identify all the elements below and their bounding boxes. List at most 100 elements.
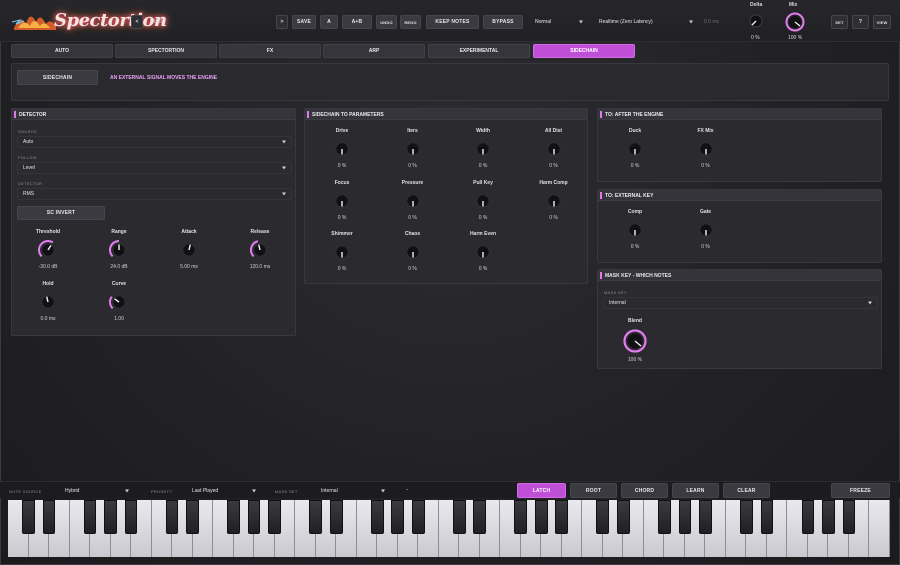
pressure-knob-group: Pressure 0 % (390, 180, 436, 221)
black-key[interactable] (452, 500, 466, 534)
black-key[interactable] (268, 500, 281, 534)
bypass-button[interactable]: BYPASS (483, 15, 523, 29)
black-key[interactable] (514, 500, 528, 534)
follow-select[interactable]: Level (17, 162, 292, 174)
black-key[interactable] (391, 500, 405, 534)
black-key[interactable] (370, 500, 384, 534)
attack-knob[interactable] (178, 239, 200, 261)
pull-key-knob[interactable] (472, 190, 494, 212)
logo-text: Spectortion (54, 10, 167, 31)
black-key[interactable] (842, 500, 856, 534)
shimmer-knob[interactable] (331, 241, 353, 263)
mode-select[interactable]: Normal (530, 15, 588, 29)
latency-select[interactable]: Realtime (Zero Latency) (594, 15, 698, 29)
sidechain-mode-button[interactable]: SIDECHAIN (17, 70, 98, 85)
release-knob[interactable] (249, 239, 271, 261)
black-key[interactable] (534, 500, 548, 534)
threshold-knob[interactable] (37, 239, 59, 261)
mask-key-select[interactable]: Internal (603, 297, 878, 309)
duck-knob[interactable] (624, 138, 646, 160)
black-key[interactable] (658, 500, 671, 534)
hold-knob[interactable] (37, 291, 59, 313)
mask-key-select-label: MASK KEY (604, 290, 627, 295)
width-knob[interactable] (472, 138, 494, 160)
detector-panel: DETECTOR SOURCE Auto FOLLOW Level DETECT… (11, 108, 296, 336)
tab-spectortion[interactable]: SPECTORTION (115, 44, 217, 58)
tab-sidechain[interactable]: SIDECHAIN (533, 44, 635, 58)
black-key[interactable] (760, 500, 774, 534)
black-key[interactable] (22, 500, 35, 534)
curve-knob[interactable] (108, 291, 130, 313)
drive-knob[interactable] (331, 138, 353, 160)
tab-experimental[interactable]: EXPERIMENTAL (428, 44, 530, 58)
chaos-knob[interactable] (402, 241, 424, 263)
sc-invert-button[interactable]: SC INVERT (17, 206, 105, 220)
focus-knob-group: Focus 0 % (319, 180, 365, 221)
latency-select-value: Realtime (Zero Latency) (599, 19, 653, 25)
focus-knob[interactable] (331, 190, 353, 212)
white-key[interactable] (869, 500, 890, 557)
black-key[interactable] (247, 500, 261, 534)
delta-knob[interactable] (748, 13, 764, 29)
black-key[interactable] (801, 500, 815, 534)
pressure-knob[interactable] (402, 190, 424, 212)
black-key[interactable] (822, 500, 835, 534)
black-key[interactable] (42, 500, 56, 534)
mask-set-select[interactable]: Internal (316, 484, 390, 497)
black-key[interactable] (616, 500, 630, 534)
iters-knob-group: Iters 0 % (390, 128, 436, 169)
save-button[interactable]: SAVE (292, 15, 316, 29)
all-dist-knob[interactable] (543, 138, 565, 160)
black-key[interactable] (186, 500, 199, 534)
help-button[interactable]: ? (852, 15, 869, 29)
chord-button[interactable]: CHORD (621, 483, 668, 498)
fx-mix-knob[interactable] (695, 138, 717, 160)
iters-knob[interactable] (402, 138, 424, 160)
tab-fx[interactable]: FX (219, 44, 321, 58)
mix-knob[interactable] (784, 11, 806, 33)
keep-notes-button[interactable]: KEEP NOTES (426, 15, 479, 29)
next-preset-button[interactable]: > (276, 15, 288, 29)
black-key[interactable] (227, 500, 240, 534)
latch-button[interactable]: LATCH (517, 483, 566, 498)
black-key[interactable] (309, 500, 323, 534)
tab-auto[interactable]: AUTO (11, 44, 113, 58)
black-key[interactable] (596, 500, 610, 534)
harm-comp-knob[interactable] (543, 190, 565, 212)
black-key[interactable] (678, 500, 692, 534)
comp-knob[interactable] (624, 219, 646, 241)
black-key[interactable] (740, 500, 753, 534)
black-key[interactable] (473, 500, 487, 534)
piano-keyboard[interactable] (8, 500, 890, 557)
note-source-select[interactable]: Hybrid (60, 484, 134, 497)
panel-accent-bar (600, 111, 602, 118)
black-key[interactable] (411, 500, 425, 534)
a-button[interactable]: A (320, 15, 338, 29)
black-key[interactable] (124, 500, 138, 534)
view-button[interactable]: VIEW (873, 15, 891, 29)
freeze-button[interactable]: FREEZE (831, 483, 890, 498)
gate-knob[interactable] (695, 219, 717, 241)
redo-button[interactable]: REDO (400, 15, 421, 29)
undo-button[interactable]: UNDO (376, 15, 397, 29)
black-key[interactable] (165, 500, 179, 534)
tab-arp[interactable]: ARP (323, 44, 425, 58)
clear-button[interactable]: CLEAR (723, 483, 770, 498)
root-button[interactable]: ROOT (570, 483, 617, 498)
detector-mode-select[interactable]: RMS (17, 188, 292, 200)
preset-name[interactable]: Init (154, 19, 162, 25)
prev-preset-button[interactable]: < (131, 15, 143, 29)
priority-select[interactable]: Last Played (187, 484, 261, 497)
learn-button[interactable]: LEARN (672, 483, 719, 498)
black-key[interactable] (83, 500, 97, 534)
source-select[interactable]: Auto (17, 136, 292, 148)
black-key[interactable] (699, 500, 712, 534)
harm-even-knob[interactable] (472, 241, 494, 263)
blend-knob[interactable] (622, 328, 648, 354)
black-key[interactable] (104, 500, 117, 534)
range-knob[interactable] (108, 239, 130, 261)
black-key[interactable] (329, 500, 343, 534)
settings-button[interactable]: SET (831, 15, 848, 29)
black-key[interactable] (555, 500, 569, 534)
a-plus-b-button[interactable]: A+B (342, 15, 372, 29)
